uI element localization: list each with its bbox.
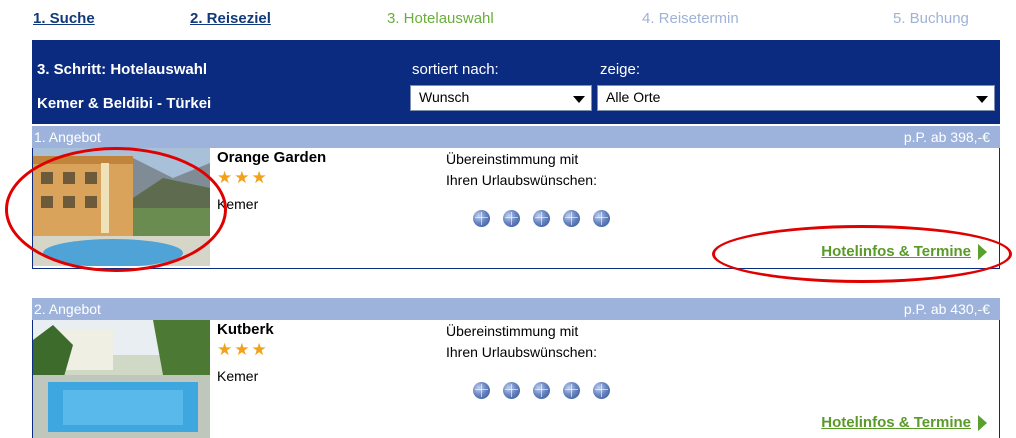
chevron-down-icon (573, 96, 585, 103)
region-title: Kemer & Beldibi - Türkei (37, 95, 212, 112)
hotel-photo[interactable] (33, 320, 210, 438)
globe-icon (563, 382, 580, 399)
star-rating: ★★★ (217, 168, 269, 187)
globe-icon (503, 210, 520, 227)
sort-select-value: Wunsch (419, 89, 470, 105)
offer-header: 1. Angebot p.P. ab 398,-€ (32, 126, 1000, 148)
hotel-location: Kemer (217, 368, 259, 384)
step-link-suche[interactable]: 1. Suche (33, 10, 95, 27)
match-line-2: Ihren Urlaubswünschen: (446, 172, 597, 188)
match-text: Übereinstimmung mit Ihren Urlaubswünsche… (446, 321, 597, 363)
match-rating (473, 382, 623, 404)
globe-icon (533, 382, 550, 399)
hotelinfos-link[interactable]: Hotelinfos & Termine (821, 414, 971, 431)
location-select-value: Alle Orte (606, 89, 661, 105)
match-rating (473, 210, 623, 232)
globe-icon (473, 210, 490, 227)
location-select[interactable]: Alle Orte (597, 85, 995, 111)
offer-number: 1. Angebot (34, 129, 101, 145)
globe-icon (563, 210, 580, 227)
star-rating: ★★★ (217, 340, 269, 359)
match-text: Übereinstimmung mit Ihren Urlaubswünsche… (446, 149, 597, 191)
sort-label: sortiert nach: (412, 61, 499, 78)
step-title: 3. Schritt: Hotelauswahl (37, 61, 208, 78)
show-label: zeige: (600, 61, 641, 78)
offer-header: 2. Angebot p.P. ab 430,-€ (32, 298, 1000, 320)
step-buchung: 5. Buchung (893, 10, 969, 27)
match-line-2: Ihren Urlaubswünschen: (446, 344, 597, 360)
hotel-name[interactable]: Kutberk (217, 321, 274, 338)
offer-price: p.P. ab 430,-€ (903, 301, 990, 317)
hotel-name[interactable]: Orange Garden (217, 149, 326, 166)
step-reisetermin: 4. Reisetermin (642, 10, 739, 27)
offer-card: Kutberk ★★★ Kemer Übereinstimmung mit Ih… (32, 320, 1000, 438)
globe-icon (593, 210, 610, 227)
step-link-reiseziel[interactable]: 2. Reiseziel (190, 10, 271, 27)
chevron-down-icon (976, 96, 988, 103)
globe-icon (473, 382, 490, 399)
annotation-circle-photo (5, 147, 227, 272)
step-hotelauswahl: 3. Hotelauswahl (387, 10, 494, 27)
match-line-1: Übereinstimmung mit (446, 151, 579, 167)
offer-price: p.P. ab 398,-€ (903, 129, 990, 145)
sort-select[interactable]: Wunsch (410, 85, 592, 111)
annotation-circle-link (712, 225, 1012, 283)
step-navigation: 1. Suche 2. Reiseziel 3. Hotelauswahl 4.… (0, 0, 1016, 40)
match-line-1: Übereinstimmung mit (446, 323, 579, 339)
play-arrow-icon[interactable] (978, 415, 987, 431)
offer-number: 2. Angebot (34, 301, 101, 317)
globe-icon (503, 382, 520, 399)
search-header: 3. Schritt: Hotelauswahl Kemer & Beldibi… (32, 40, 1000, 124)
globe-icon (593, 382, 610, 399)
globe-icon (533, 210, 550, 227)
